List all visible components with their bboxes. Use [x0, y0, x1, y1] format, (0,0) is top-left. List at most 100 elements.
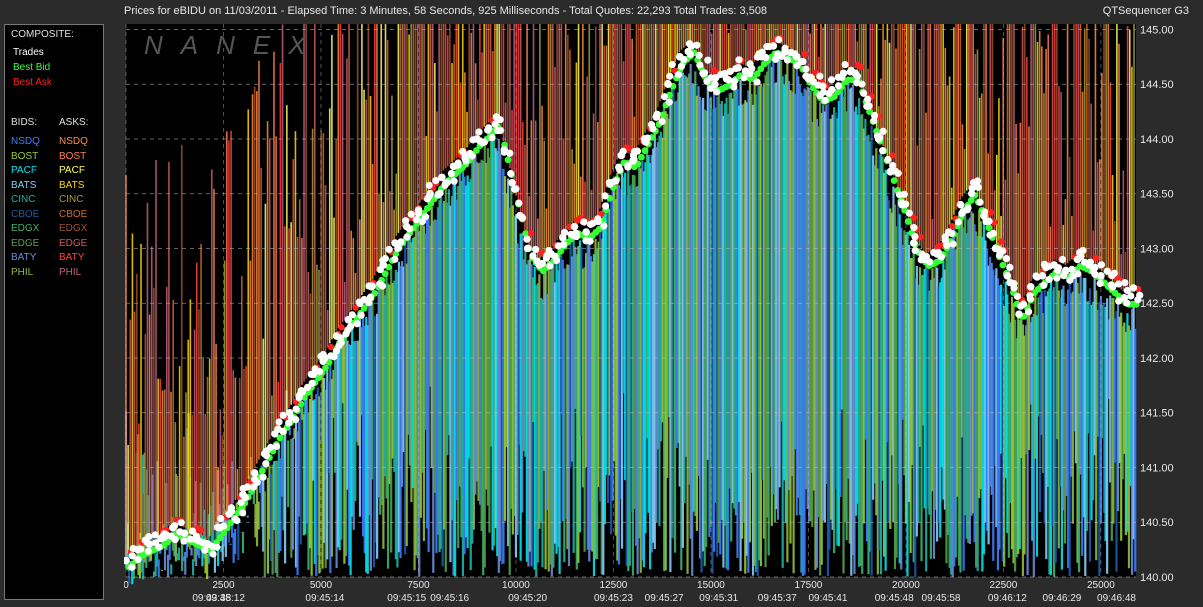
best-ask-point [801, 50, 809, 58]
trade-point [279, 411, 287, 419]
trade-point [250, 469, 259, 477]
trade-point [1013, 292, 1021, 300]
trade-point [674, 71, 682, 79]
trade-point [523, 244, 532, 253]
trade-point [976, 198, 984, 206]
x-time-label: 09:46:12 [988, 593, 1027, 604]
trade-point [346, 322, 355, 331]
trade-point [436, 189, 444, 197]
trade-point [432, 177, 440, 185]
trade-point [864, 95, 872, 103]
trade-point [506, 149, 514, 157]
trade-point [660, 93, 669, 101]
trade-point [292, 405, 300, 413]
trade-point [1108, 271, 1116, 280]
x-time-label: 09:46:48 [1097, 593, 1136, 604]
trade-point [633, 147, 642, 155]
trade-point [376, 265, 384, 274]
y-tick-label: 141.50 [1140, 408, 1174, 420]
trade-point [819, 82, 827, 90]
trade-point [213, 523, 222, 531]
trade-point [643, 134, 652, 142]
trade-point [1010, 284, 1018, 292]
trade-point [1123, 299, 1131, 307]
legend-bid-bost: BOST [11, 150, 39, 162]
trade-point [220, 522, 228, 530]
trade-point [693, 41, 701, 49]
trade-point [151, 531, 159, 539]
y-tick-label: 142.00 [1140, 353, 1174, 365]
trade-point [397, 238, 405, 246]
trade-point [225, 510, 233, 518]
trade-point [791, 50, 799, 58]
trade-point [366, 293, 375, 301]
trade-point [995, 251, 1004, 259]
trade-point [394, 244, 403, 252]
trade-point [462, 157, 470, 165]
trade-point [137, 545, 145, 553]
legend-ask-edgx: EDGX [59, 223, 88, 234]
x-time-label: 09:45:37 [758, 593, 797, 604]
trade-point [616, 166, 624, 174]
trade-point [624, 163, 632, 171]
x-time-label: 09:45:41 [808, 593, 847, 604]
trade-point [775, 36, 783, 44]
y-tick-label: 144.50 [1140, 79, 1174, 91]
exchange-list: NSDQ NSDQ BOST BOST PACF PACF BATS BATS CINC CINC… [5, 25, 103, 599]
legend-ask-cboe: CBOE [59, 208, 88, 220]
y-tick-label: 140.00 [1140, 572, 1174, 584]
trade-point [730, 77, 739, 85]
trade-point [989, 229, 998, 237]
best-ask-point [338, 324, 345, 331]
best-bid-point [258, 467, 266, 475]
y-tick-label: 145.00 [1140, 24, 1174, 36]
trade-point [732, 64, 740, 73]
x-tick-label: 20000 [892, 580, 920, 591]
best-bid-point [641, 147, 649, 155]
app-name: QTSequencer G3 [1102, 5, 1189, 17]
chart-title: Prices for eBIDU on 11/03/2011 - Elapsed… [124, 5, 768, 17]
x-time-label: 09:45:27 [645, 593, 684, 604]
y-tick-label: 143.50 [1140, 189, 1174, 201]
trade-point [876, 134, 884, 142]
trade-point [561, 228, 569, 236]
y-tick-label: 143.00 [1140, 243, 1174, 255]
trade-point [279, 427, 287, 435]
trade-point [1074, 270, 1082, 278]
trade-point [879, 127, 887, 135]
trade-point [686, 50, 695, 58]
trade-point [926, 258, 934, 266]
trade-point [170, 522, 179, 530]
trade-point [586, 237, 594, 245]
x-time-label: 09:45:16 [430, 593, 469, 604]
trade-point [407, 210, 415, 218]
trade-point [594, 217, 602, 226]
trade-point [1040, 281, 1048, 289]
x-tick-label: 2500 [212, 580, 235, 591]
trade-point [712, 88, 721, 96]
trade-point [510, 185, 519, 193]
trade-point [496, 126, 504, 135]
trade-point [308, 379, 316, 387]
trade-point [507, 170, 515, 178]
legend-panel: COMPOSITE: Trades Best Bid Best Ask BIDS… [4, 24, 104, 600]
trade-point [652, 113, 660, 121]
trade-point [902, 200, 910, 208]
trade-point [700, 69, 709, 77]
legend-bid-edgx: EDGX [11, 223, 40, 234]
trade-point [559, 241, 568, 249]
best-bid-point [985, 224, 993, 232]
x-tick-label: 5000 [310, 580, 333, 591]
trade-point [658, 117, 666, 126]
legend-bid-edge: EDGE [11, 237, 40, 249]
trade-point [911, 246, 919, 255]
trade-point [134, 555, 142, 564]
trade-point [956, 200, 965, 209]
trade-point [602, 202, 610, 210]
legend-bid-phil: PHIL [11, 266, 34, 278]
trade-point [145, 533, 153, 541]
best-ask-point [197, 526, 205, 534]
trade-point [128, 563, 136, 571]
x-time-label: 09:45:48 [875, 593, 914, 604]
trade-point [954, 218, 962, 226]
